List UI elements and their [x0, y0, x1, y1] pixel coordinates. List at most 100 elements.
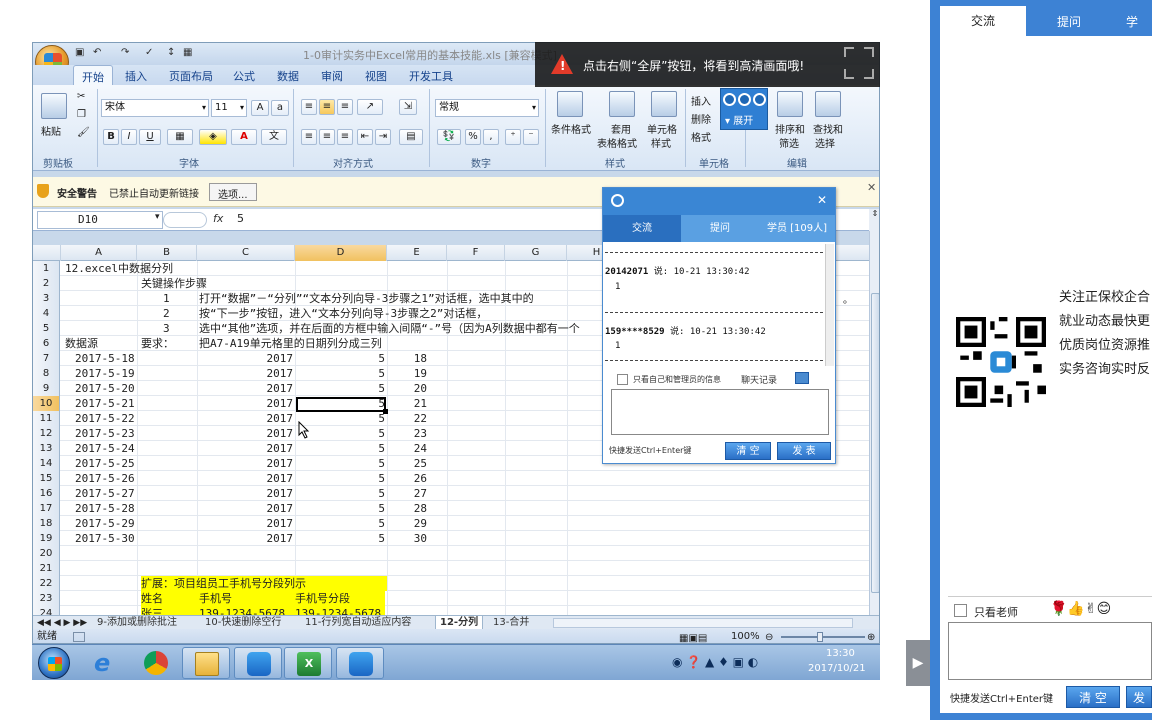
- taskbar-app-blue[interactable]: [234, 647, 282, 679]
- cell-b2[interactable]: 关键操作步骤: [141, 276, 207, 291]
- cell-e10[interactable]: 21: [403, 396, 427, 411]
- border-button[interactable]: ▦: [167, 129, 193, 145]
- column-header-f[interactable]: F: [447, 245, 505, 261]
- phonetic-button[interactable]: 文: [261, 129, 287, 145]
- image-icon[interactable]: [795, 372, 809, 384]
- row-header[interactable]: 7: [33, 351, 60, 366]
- format-as-table-icon[interactable]: [609, 91, 635, 117]
- formula-cancel-group[interactable]: [163, 212, 207, 228]
- row-header[interactable]: 20: [33, 546, 60, 561]
- sheet-tab-9[interactable]: 9-添加或删除批注: [97, 616, 177, 630]
- sort-filter-button[interactable]: 排序和: [775, 121, 805, 136]
- cell-d17[interactable]: 5: [297, 501, 385, 516]
- row-header[interactable]: 6: [33, 336, 60, 351]
- cell-c7[interactable]: 2017: [199, 351, 294, 366]
- align-bottom-button[interactable]: ≡: [337, 99, 353, 115]
- cell-d13[interactable]: 5: [297, 441, 385, 456]
- cell-a19[interactable]: 2017-5-30: [75, 531, 135, 546]
- cell-e11[interactable]: 22: [403, 411, 427, 426]
- sheet-tab-12[interactable]: 12-分列: [435, 616, 484, 630]
- expand-button[interactable]: ▾ 展开: [725, 112, 753, 127]
- only-teacher-checkbox[interactable]: [954, 604, 967, 617]
- conditional-format-button[interactable]: 条件格式: [551, 121, 591, 136]
- taskbar-explorer[interactable]: [182, 647, 230, 679]
- cell-d23[interactable]: 手机号分段: [295, 591, 385, 606]
- function-icon[interactable]: fx: [213, 212, 223, 225]
- column-header-g[interactable]: G: [505, 245, 567, 261]
- cell-d12[interactable]: 5: [297, 426, 385, 441]
- cell-e9[interactable]: 20: [403, 381, 427, 396]
- formula-input[interactable]: 5: [237, 212, 244, 225]
- cell-c18[interactable]: 2017: [199, 516, 294, 531]
- sheet-tab-10[interactable]: 10-快速删除空行: [205, 616, 281, 630]
- decrease-decimal-button[interactable]: ⁻: [523, 129, 539, 145]
- tab-students[interactable]: 学: [1112, 8, 1152, 36]
- sheet-tab-11[interactable]: 11-行列宽自动适应内容: [305, 616, 411, 630]
- cell-a7[interactable]: 2017-5-18: [75, 351, 135, 366]
- name-box[interactable]: D10: [37, 211, 163, 229]
- cell-e14[interactable]: 25: [403, 456, 427, 471]
- cell-d19[interactable]: 5: [297, 531, 385, 546]
- cell-a13[interactable]: 2017-5-24: [75, 441, 135, 456]
- cell-c12[interactable]: 2017: [199, 426, 294, 441]
- horizontal-scrollbar[interactable]: [553, 618, 853, 628]
- row-header[interactable]: 23: [33, 591, 60, 606]
- zoom-level[interactable]: 100%: [731, 629, 760, 643]
- align-right-button[interactable]: ≡: [337, 129, 353, 145]
- font-size-select[interactable]: 11 ▾: [211, 99, 247, 117]
- row-header[interactable]: 2: [33, 276, 60, 291]
- cell-a16[interactable]: 2017-5-27: [75, 486, 135, 501]
- cell-c13[interactable]: 2017: [199, 441, 294, 456]
- scroll-thumb[interactable]: [871, 293, 879, 593]
- align-left-button[interactable]: ≡: [301, 129, 317, 145]
- font-color-button[interactable]: A: [231, 129, 257, 145]
- clear-button[interactable]: 清 空: [725, 442, 771, 460]
- cell-c3[interactable]: 打开“数据”－“分列”“文本分列向导-3步骤之1”对话框，选中其中的: [199, 291, 534, 306]
- row-header[interactable]: 4: [33, 306, 60, 321]
- sheet-nav-icon[interactable]: ◀◀ ◀ ▶ ▶▶: [37, 616, 87, 630]
- tab-chat[interactable]: 交流: [603, 215, 681, 242]
- zoom-out-icon[interactable]: ⊖: [765, 630, 773, 643]
- row-header[interactable]: 12: [33, 426, 60, 441]
- cell-e19[interactable]: 30: [403, 531, 427, 546]
- comma-button[interactable]: ,: [483, 129, 499, 145]
- cell-d11[interactable]: 5: [297, 411, 385, 426]
- zoom-slider-thumb[interactable]: [817, 632, 823, 642]
- column-header-e[interactable]: E: [387, 245, 447, 261]
- italic-button[interactable]: I: [121, 129, 137, 145]
- undo-icon[interactable]: ↶: [93, 47, 101, 61]
- delete-cells-button[interactable]: 删除: [691, 111, 711, 126]
- format-cells-button[interactable]: 格式: [691, 129, 711, 144]
- cell-b6[interactable]: 要求：: [141, 336, 174, 351]
- chat-scrollbar[interactable]: [825, 244, 834, 366]
- select-all-corner[interactable]: [33, 245, 61, 261]
- vertical-scrollbar[interactable]: [869, 231, 879, 619]
- column-header-c[interactable]: C: [197, 245, 295, 261]
- cell-a11[interactable]: 2017-5-22: [75, 411, 135, 426]
- close-icon[interactable]: ✕: [867, 181, 876, 194]
- cell-c10[interactable]: 2017: [199, 396, 294, 411]
- clear-button[interactable]: 清 空: [1066, 686, 1120, 708]
- cell-d15[interactable]: 5: [297, 471, 385, 486]
- chat-message-input[interactable]: [948, 622, 1152, 680]
- find-select-icon[interactable]: [815, 91, 841, 117]
- underline-button[interactable]: U: [139, 129, 161, 145]
- conditional-format-icon[interactable]: [557, 91, 583, 117]
- cell-e16[interactable]: 27: [403, 486, 427, 501]
- pause-icon[interactable]: [738, 93, 751, 106]
- cell-b23[interactable]: 姓名: [141, 591, 199, 606]
- bold-button[interactable]: B: [103, 129, 119, 145]
- row-header[interactable]: 15: [33, 471, 60, 486]
- tab-question[interactable]: 提问: [1026, 8, 1112, 36]
- collapse-arrow-button[interactable]: ▶: [906, 640, 930, 686]
- grow-font-button[interactable]: A: [251, 100, 269, 116]
- taskbar-app-blue-2[interactable]: [336, 647, 384, 679]
- tab-view[interactable]: 视图: [365, 68, 387, 84]
- cell-a9[interactable]: 2017-5-20: [75, 381, 135, 396]
- cell-e17[interactable]: 28: [403, 501, 427, 516]
- chat-message-input[interactable]: [611, 389, 829, 435]
- cell-a18[interactable]: 2017-5-29: [75, 516, 135, 531]
- row-header[interactable]: 21: [33, 561, 60, 576]
- row-header[interactable]: 17: [33, 501, 60, 516]
- tray-icons[interactable]: ◉ ❓ ▲ ♦ ▣ ◐: [672, 655, 758, 669]
